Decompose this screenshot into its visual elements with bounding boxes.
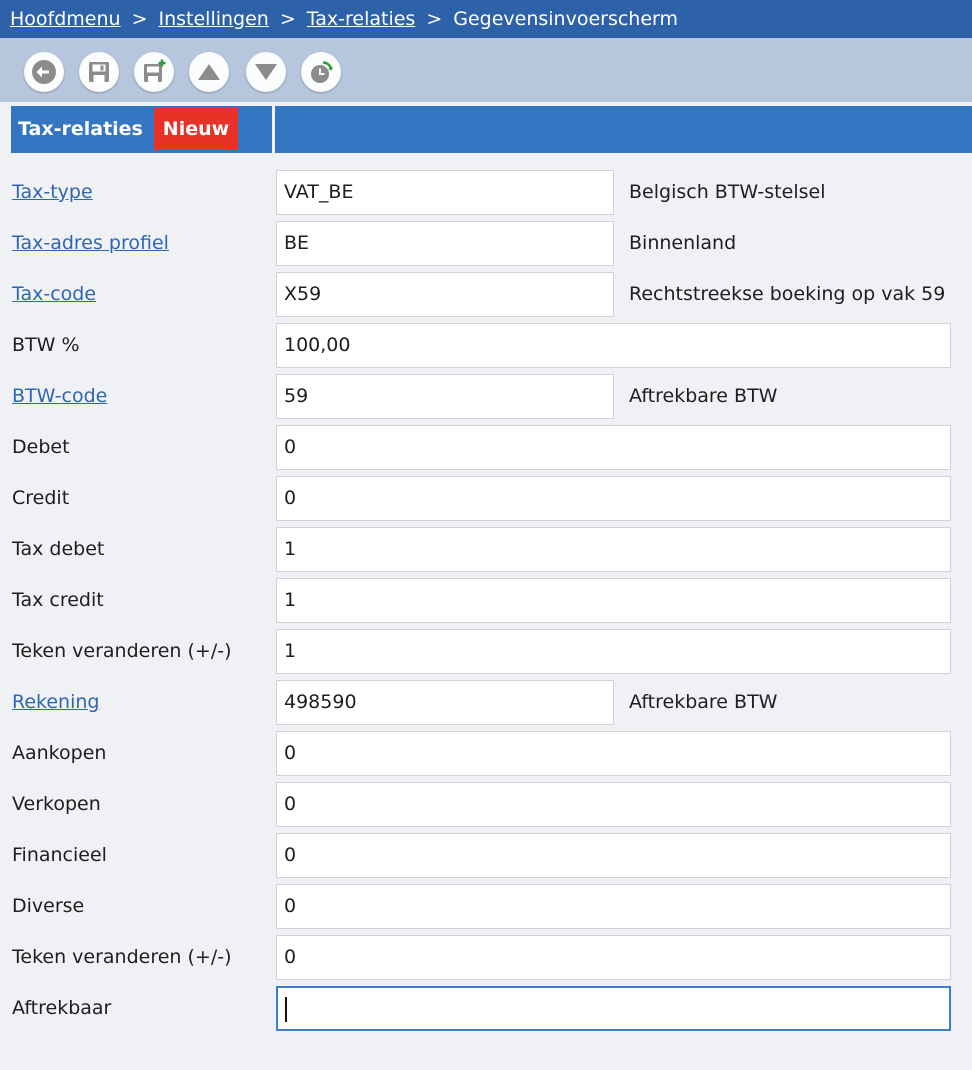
teken-veranderen-label: Teken veranderen (+/-) xyxy=(12,640,232,662)
form-row-tax-type: Tax-type VAT_BE Belgisch BTW-stelsel xyxy=(0,170,972,216)
form-row-btw-percent: BTW % 100,00 xyxy=(0,323,972,369)
tax-code-input[interactable]: X59 xyxy=(276,272,614,317)
tax-credit-label: Tax credit xyxy=(12,589,104,611)
tab-title: Tax-relaties xyxy=(18,118,143,140)
aankopen-label: Aankopen xyxy=(12,742,107,764)
tax-code-description: Rechtstreekse boeking op vak 59 xyxy=(629,283,946,305)
debet-input[interactable]: 0 xyxy=(276,425,951,470)
rekening-input[interactable]: 498590 xyxy=(276,680,614,725)
breadcrumb-separator: > xyxy=(131,8,148,30)
credit-label: Credit xyxy=(12,487,70,509)
diverse-label: Diverse xyxy=(12,895,85,917)
previous-record-button[interactable] xyxy=(189,52,229,92)
save-new-button[interactable] xyxy=(134,52,174,92)
form-row-credit: Credit 0 xyxy=(0,476,972,522)
breadcrumb-link-hoofdmenu[interactable]: Hoofdmenu xyxy=(10,8,121,30)
form-row-verkopen: Verkopen 0 xyxy=(0,782,972,828)
breadcrumb-current: Gegevensinvoerscherm xyxy=(453,8,679,30)
teken-veranderen-input[interactable]: 1 xyxy=(276,629,951,674)
arrow-left-icon xyxy=(32,60,56,84)
teken-veranderen-input-2[interactable]: 0 xyxy=(276,935,951,980)
tab-bar: Tax-relaties Nieuw xyxy=(11,106,972,153)
toolbar xyxy=(0,38,972,102)
form-row-aftrekbaar: Aftrekbaar xyxy=(0,986,972,1032)
rekening-link[interactable]: Rekening xyxy=(12,680,99,724)
tax-adres-profiel-input[interactable]: BE xyxy=(276,221,614,266)
form-row-tax-adres-profiel: Tax-adres profiel BE Binnenland xyxy=(0,221,972,267)
floppy-disk-icon xyxy=(89,62,109,82)
btw-code-link[interactable]: BTW-code xyxy=(12,374,107,418)
breadcrumb-link-tax-relaties[interactable]: Tax-relaties xyxy=(307,8,416,30)
form-row-tax-code: Tax-code X59 Rechtstreekse boeking op va… xyxy=(0,272,972,318)
credit-input[interactable]: 0 xyxy=(276,476,951,521)
tax-type-link[interactable]: Tax-type xyxy=(12,170,93,214)
back-button[interactable] xyxy=(24,52,64,92)
verkopen-input[interactable]: 0 xyxy=(276,782,951,827)
triangle-down-icon xyxy=(255,64,277,80)
clock-refresh-icon xyxy=(311,61,333,83)
tax-type-input[interactable]: VAT_BE xyxy=(276,170,614,215)
diverse-input[interactable]: 0 xyxy=(276,884,951,929)
tax-code-link[interactable]: Tax-code xyxy=(12,272,96,316)
aftrekbaar-input[interactable] xyxy=(276,986,951,1031)
form-row-rekening: Rekening 498590 Aftrekbare BTW xyxy=(0,680,972,726)
breadcrumb-link-instellingen[interactable]: Instellingen xyxy=(159,8,269,30)
tax-debet-input[interactable]: 1 xyxy=(276,527,951,572)
form-row-financieel: Financieel 0 xyxy=(0,833,972,879)
financieel-label: Financieel xyxy=(12,844,107,866)
tab-divider xyxy=(272,106,275,153)
tax-type-description: Belgisch BTW-stelsel xyxy=(629,181,826,203)
form-row-btw-code: BTW-code 59 Aftrekbare BTW xyxy=(0,374,972,420)
breadcrumb: Hoofdmenu > Instellingen > Tax-relaties > Gege… xyxy=(0,0,972,38)
tax-debet-label: Tax debet xyxy=(12,538,105,560)
debet-label: Debet xyxy=(12,436,70,458)
aftrekbaar-label: Aftrekbaar xyxy=(12,997,112,1019)
text-caret xyxy=(285,997,287,1022)
breadcrumb-separator: > xyxy=(279,8,296,30)
breadcrumb-separator: > xyxy=(426,8,443,30)
verkopen-label: Verkopen xyxy=(12,793,101,815)
financieel-input[interactable]: 0 xyxy=(276,833,951,878)
history-button[interactable] xyxy=(301,52,341,92)
form-row-teken-veranderen-1: Teken veranderen (+/-) 1 xyxy=(0,629,972,675)
status-badge: Nieuw xyxy=(154,108,238,150)
tax-adres-profiel-description: Binnenland xyxy=(629,232,737,254)
next-record-button[interactable] xyxy=(246,52,286,92)
form-row-tax-debet: Tax debet 1 xyxy=(0,527,972,573)
form-row-aankopen: Aankopen 0 xyxy=(0,731,972,777)
floppy-disk-plus-icon xyxy=(144,59,166,82)
form-row-diverse: Diverse 0 xyxy=(0,884,972,930)
form-row-debet: Debet 0 xyxy=(0,425,972,471)
form-row-tax-credit: Tax credit 1 xyxy=(0,578,972,624)
btw-percent-label: BTW % xyxy=(12,334,80,356)
rekening-description: Aftrekbare BTW xyxy=(629,691,778,713)
form-row-teken-veranderen-2: Teken veranderen (+/-) 0 xyxy=(0,935,972,981)
aankopen-input[interactable]: 0 xyxy=(276,731,951,776)
tax-credit-input[interactable]: 1 xyxy=(276,578,951,623)
teken-veranderen-label-2: Teken veranderen (+/-) xyxy=(12,946,232,968)
triangle-up-icon xyxy=(198,64,220,80)
tax-adres-profiel-link[interactable]: Tax-adres profiel xyxy=(12,221,169,265)
btw-code-description: Aftrekbare BTW xyxy=(629,385,778,407)
btw-code-input[interactable]: 59 xyxy=(276,374,614,419)
save-button[interactable] xyxy=(79,52,119,92)
btw-percent-input[interactable]: 100,00 xyxy=(276,323,951,368)
